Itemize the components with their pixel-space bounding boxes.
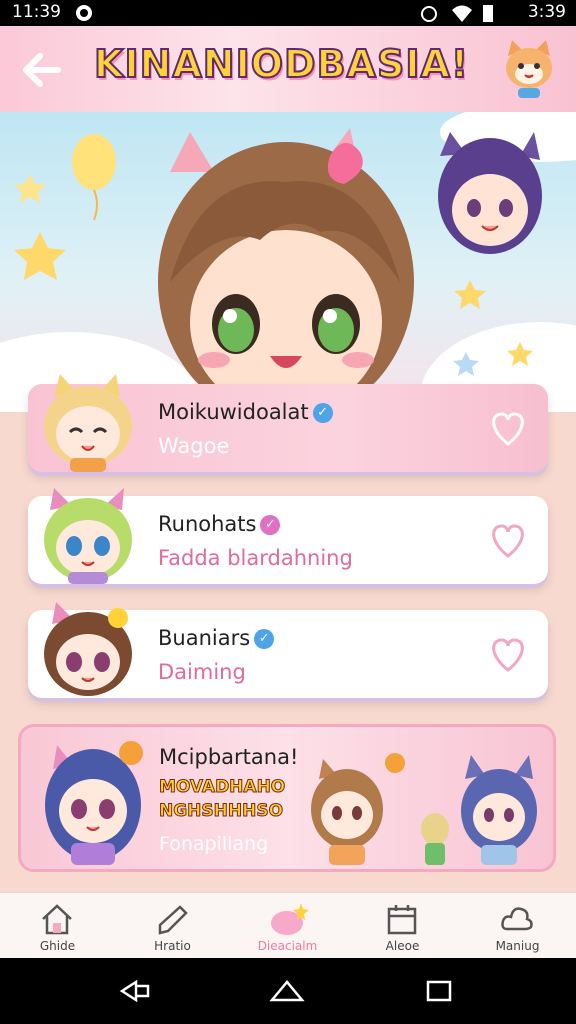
avatar: [44, 488, 132, 584]
nav-label: Aleoe: [385, 939, 420, 953]
verified-badge-icon: ✓: [312, 403, 333, 423]
list-item[interactable]: Buaniars ✓ Daiming: [28, 602, 548, 698]
list-item[interactable]: Runohats ✓ Fadda blardahning: [28, 488, 548, 584]
notification-icon: [76, 5, 92, 21]
recents-nav-icon[interactable]: [424, 978, 454, 1004]
promo-line: NGHSHHHSO: [158, 801, 284, 822]
featured-subtitle: Fonapillang: [159, 833, 269, 855]
back-arrow-icon[interactable]: [18, 46, 66, 94]
nav-item-sparkle[interactable]: Dieacialm: [230, 893, 345, 959]
heart-icon[interactable]: [486, 632, 530, 676]
hero-illustration: [0, 112, 576, 412]
verified-badge-icon: ✓: [254, 629, 275, 649]
nav-label: Hratio: [154, 939, 191, 953]
avatar: [45, 741, 143, 865]
card-subtitle: Fadda blardahning: [158, 546, 353, 570]
heart-icon[interactable]: [486, 518, 530, 562]
featured-card[interactable]: Mcipbartana! MOVADHAHO NGHSHHHSO Fonapil…: [18, 724, 556, 872]
wifi-icon: [452, 5, 472, 22]
star-icon: [14, 174, 46, 203]
page-title: KINANIODBASIA!: [93, 41, 470, 87]
card-subtitle: Daiming: [158, 660, 246, 684]
card-name: Moikuwidoalat ✓: [158, 400, 333, 424]
status-time: 11:39: [12, 2, 61, 22]
bottom-nav: Ghide Hratio Dieacialm Aleoe Maniug: [0, 892, 576, 959]
avatar: [44, 602, 132, 696]
battery-icon: [483, 5, 493, 22]
verified-badge-icon: ✓: [260, 515, 281, 535]
cloud-icon: [501, 907, 533, 931]
cat-mascot-icon: [506, 40, 552, 98]
avatar: [44, 374, 132, 472]
star-icon: [507, 342, 533, 366]
balloon-icon: [72, 134, 116, 190]
system-nav-bar: [0, 958, 576, 1024]
star-icon: [453, 352, 479, 376]
app-header: KINANIODBASIA!: [0, 26, 576, 112]
nav-item-cloud[interactable]: Maniug: [460, 893, 575, 959]
status-bar: 11:39 3:39: [0, 0, 576, 26]
card-name: Buaniars ✓: [158, 626, 275, 650]
star-icon: [14, 232, 66, 280]
card-subtitle: Wagoe: [158, 434, 230, 458]
nav-item-calendar[interactable]: Aleoe: [345, 893, 460, 959]
nav-label: Maniug: [495, 939, 540, 953]
status-clock: 3:39: [527, 2, 566, 22]
featured-promo: MOVADHAHO NGHSHHHSO: [158, 775, 286, 823]
nav-label: Dieacialm: [257, 939, 318, 953]
calendar-icon: [387, 905, 417, 935]
nav-item-chat[interactable]: Hratio: [115, 893, 230, 959]
promo-line: MOVADHAHO: [158, 777, 286, 798]
chat-icon: [158, 905, 188, 935]
sparkle-icon: [271, 903, 309, 935]
featured-characters: [311, 753, 537, 865]
star-icon: [454, 280, 486, 309]
featured-name: Mcipbartana!: [159, 745, 299, 769]
alarm-icon: [421, 6, 437, 22]
card-name: Runohats ✓: [158, 512, 281, 536]
heart-icon[interactable]: [486, 406, 530, 450]
list-item[interactable]: Moikuwidoalat ✓ Wagoe: [28, 374, 548, 472]
nav-label: Ghide: [39, 939, 76, 953]
home-icon: [42, 904, 72, 935]
home-nav-icon[interactable]: [268, 978, 306, 1004]
nav-item-home[interactable]: Ghide: [0, 893, 115, 959]
hero-scene: [14, 128, 542, 412]
back-nav-icon[interactable]: [118, 978, 152, 1004]
